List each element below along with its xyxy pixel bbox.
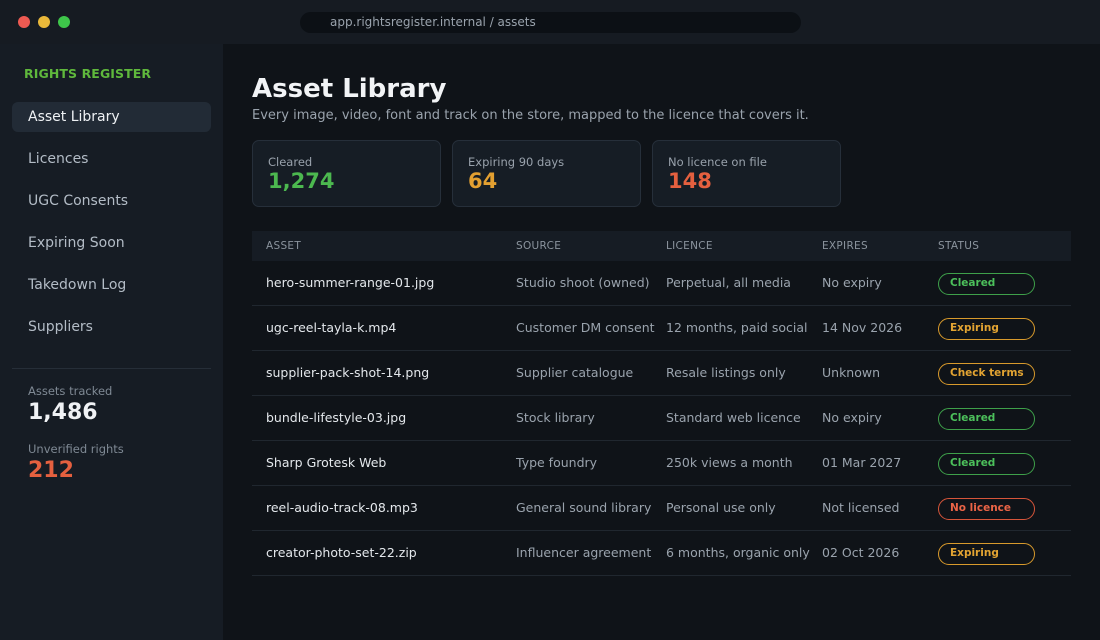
table-row[interactable]: bundle-lifestyle-03.jpg Stock library Stan…	[252, 396, 1071, 441]
column-header-licence[interactable]: LICENCE	[666, 231, 713, 261]
asset-cell[interactable]: reel-audio-track-08.mp3	[266, 486, 418, 530]
minimize-window-button[interactable]	[38, 16, 50, 28]
sidebar-item-suppliers[interactable]: Suppliers	[12, 312, 211, 342]
assets-tracked-label: Assets tracked	[28, 384, 113, 398]
title-bar: app.rightsregister.internal / assets	[0, 0, 1100, 44]
asset-table: ASSET SOURCE LICENCE EXPIRES STATUS hero…	[252, 231, 1071, 576]
unverified-rights-label: Unverified rights	[28, 442, 124, 456]
table-header: ASSET SOURCE LICENCE EXPIRES STATUS	[252, 231, 1071, 261]
card-value: 64	[468, 169, 498, 193]
expires-cell: 02 Oct 2026	[822, 545, 900, 560]
sidebar-item-licences[interactable]: Licences	[12, 144, 211, 174]
expires-cell: Unknown	[822, 365, 881, 380]
licence-cell: 6 months, organic only	[666, 545, 810, 560]
status-badge: Cleared	[938, 408, 1035, 430]
source-cell: Stock library	[516, 410, 595, 425]
sidebar-divider	[12, 368, 211, 369]
licence-cell: 250k views a month	[666, 455, 793, 470]
status-badge: Cleared	[938, 273, 1035, 295]
expires-cell: Not licensed	[822, 500, 900, 515]
expires-cell: 01 Mar 2027	[822, 455, 902, 470]
page-title: Asset Library	[252, 74, 447, 104]
source-cell: Influencer agreement	[516, 545, 652, 560]
table-row[interactable]: creator-photo-set-22.zip Influencer agree…	[252, 531, 1071, 576]
licence-cell: Resale listings only	[666, 365, 786, 380]
licence-cell: Perpetual, all media	[666, 275, 791, 290]
source-cell: General sound library	[516, 500, 652, 515]
column-header-asset[interactable]: ASSET	[266, 231, 301, 261]
asset-cell[interactable]: creator-photo-set-22.zip	[266, 531, 417, 575]
summary-card-expiring: Expiring 90 days 64	[452, 140, 641, 207]
column-header-source[interactable]: SOURCE	[516, 231, 561, 261]
source-cell: Customer DM consent	[516, 320, 655, 335]
assets-tracked-value: 1,486	[28, 400, 98, 425]
sidebar-item-ugc-consents[interactable]: UGC Consents	[12, 186, 211, 216]
expires-cell: 14 Nov 2026	[822, 320, 903, 335]
source-cell: Supplier catalogue	[516, 365, 634, 380]
card-label: Expiring 90 days	[468, 155, 565, 169]
sidebar-item-asset-library[interactable]: Asset Library	[12, 102, 211, 132]
column-header-status[interactable]: STATUS	[938, 231, 979, 261]
card-value: 1,274	[268, 169, 335, 193]
asset-cell[interactable]: ugc-reel-tayla-k.mp4	[266, 306, 396, 350]
summary-card-cleared: Cleared 1,274	[252, 140, 441, 207]
summary-card-no-licence: No licence on file 148	[652, 140, 841, 207]
close-window-button[interactable]	[18, 16, 30, 28]
page-subtitle: Every image, video, font and track on th…	[252, 108, 809, 123]
table-row[interactable]: supplier-pack-shot-14.png Supplier catalo…	[252, 351, 1071, 396]
card-label: No licence on file	[668, 155, 767, 169]
status-badge: Cleared	[938, 453, 1035, 475]
main-content: Asset Library Every image, video, font a…	[223, 44, 1100, 640]
expires-cell: No expiry	[822, 275, 882, 290]
table-body: hero-summer-range-01.jpg Studio shoot (ow…	[252, 261, 1071, 576]
asset-cell[interactable]: Sharp Grotesk Web	[266, 441, 386, 485]
status-badge: Check terms	[938, 363, 1035, 385]
status-badge: Expiring	[938, 318, 1035, 340]
column-header-expires[interactable]: EXPIRES	[822, 231, 868, 261]
table-row[interactable]: reel-audio-track-08.mp3 General sound lib…	[252, 486, 1071, 531]
expires-cell: No expiry	[822, 410, 882, 425]
licence-cell: 12 months, paid social	[666, 320, 808, 335]
status-badge: No licence	[938, 498, 1035, 520]
asset-cell[interactable]: supplier-pack-shot-14.png	[266, 351, 429, 395]
sidebar-item-expiring-soon[interactable]: Expiring Soon	[12, 228, 211, 258]
maximize-window-button[interactable]	[58, 16, 70, 28]
table-row[interactable]: Sharp Grotesk Web Type foundry 250k views …	[252, 441, 1071, 486]
sidebar-item-takedown-log[interactable]: Takedown Log	[12, 270, 211, 300]
status-badge: Expiring	[938, 543, 1035, 565]
source-cell: Studio shoot (owned)	[516, 275, 650, 290]
licence-cell: Standard web licence	[666, 410, 801, 425]
table-row[interactable]: hero-summer-range-01.jpg Studio shoot (ow…	[252, 261, 1071, 306]
asset-cell[interactable]: hero-summer-range-01.jpg	[266, 261, 434, 305]
card-label: Cleared	[268, 155, 313, 169]
source-cell: Type foundry	[516, 455, 598, 470]
table-row[interactable]: ugc-reel-tayla-k.mp4 Customer DM consent 1…	[252, 306, 1071, 351]
brand-label: RIGHTS REGISTER	[24, 66, 152, 81]
licence-cell: Personal use only	[666, 500, 776, 515]
card-value: 148	[668, 169, 712, 193]
unverified-rights-value: 212	[28, 458, 74, 483]
address-bar[interactable]: app.rightsregister.internal / assets	[300, 12, 801, 33]
sidebar: RIGHTS REGISTER Asset Library Licences U…	[0, 44, 223, 640]
asset-cell[interactable]: bundle-lifestyle-03.jpg	[266, 396, 406, 440]
